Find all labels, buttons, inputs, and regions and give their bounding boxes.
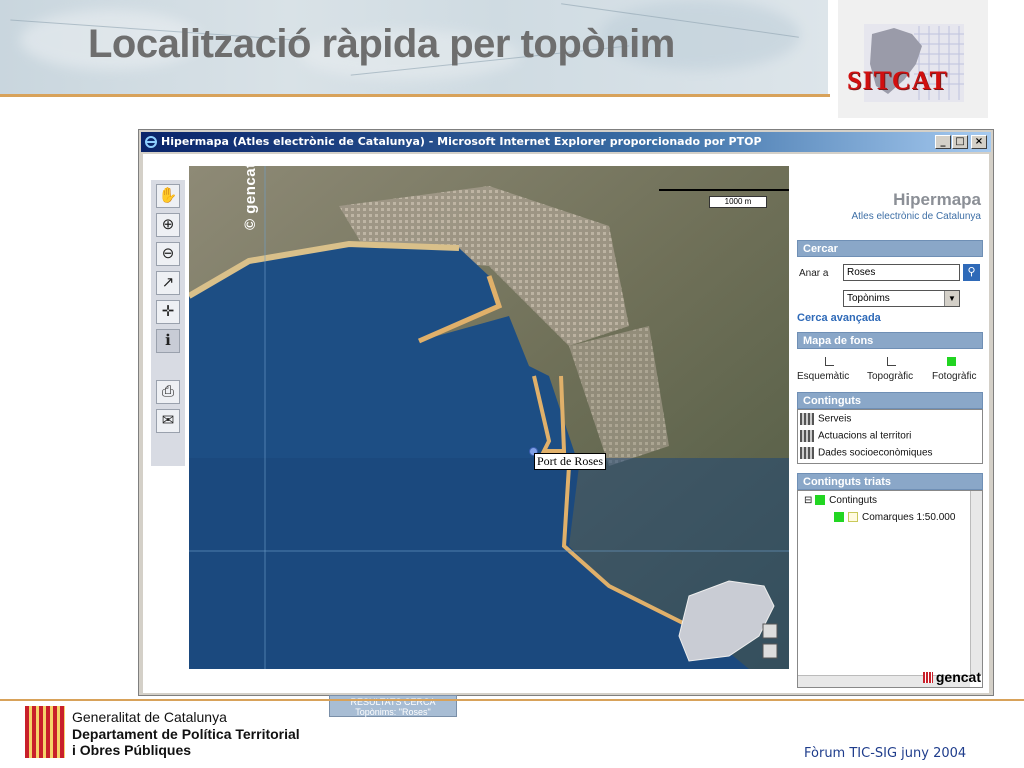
- basemap-schematic-check[interactable]: [825, 357, 834, 366]
- list-item-label: Serveis: [818, 413, 852, 425]
- map-image: [189, 166, 789, 669]
- chosen-contents-tree: ⊟ Continguts Comarques 1:50.000: [797, 490, 983, 688]
- minimize-button[interactable]: _: [935, 135, 951, 149]
- tree-item-comarques[interactable]: Comarques 1:50.000: [834, 512, 955, 523]
- info-button[interactable]: ℹ: [156, 329, 180, 353]
- info-icon: ℹ: [165, 332, 171, 349]
- sitcat-logo: SITCAT: [847, 66, 948, 95]
- map-toolbar: ✋ ⊕ ⊖ ↗ ✛ ℹ ⎙ ✉: [151, 180, 185, 466]
- mail-icon: ✉: [161, 412, 175, 429]
- zoom-out-button[interactable]: ⊖: [156, 242, 180, 266]
- layer-color-icon: [815, 495, 826, 506]
- search-icon: ⚲: [967, 266, 976, 278]
- side-panel: Hipermapa Atles electrònic de Catalunya …: [797, 184, 983, 704]
- header-rule: [0, 94, 830, 97]
- panel-subtitle: Atles electrònic de Catalunya: [851, 211, 981, 222]
- move-icon: ✛: [161, 303, 175, 320]
- place-label[interactable]: Port de Roses: [534, 453, 606, 470]
- zoom-in-button[interactable]: ⊕: [156, 213, 180, 237]
- close-button[interactable]: ×: [971, 135, 987, 149]
- maximize-button[interactable]: □: [952, 135, 968, 149]
- center-button[interactable]: ✛: [156, 300, 180, 324]
- search-button[interactable]: ⚲: [963, 264, 980, 281]
- window-titlebar[interactable]: Hipermapa (Atles electrònic de Catalunya…: [141, 132, 991, 152]
- contents-item-services[interactable]: Serveis: [800, 413, 851, 425]
- footer-rule: [0, 699, 1024, 701]
- tree-item-label: Comarques 1:50.000: [862, 512, 956, 523]
- zoom-in-icon: ⊕: [161, 216, 175, 233]
- measure-icon: ↗: [161, 274, 175, 291]
- basemap-section-header: Mapa de fons: [797, 332, 983, 349]
- basemap-topographic-check[interactable]: [887, 357, 896, 366]
- zoom-out-icon: ⊖: [161, 245, 175, 262]
- services-icon: [800, 413, 814, 425]
- contents-item-socioeconomic[interactable]: Dades socioeconòmiques: [800, 447, 933, 459]
- panel-title: Hipermapa: [893, 190, 981, 209]
- tree-item-label: Continguts: [829, 495, 877, 506]
- gencat-flag-icon: [922, 672, 933, 683]
- layer-visible-icon: [834, 512, 844, 523]
- advanced-search-link[interactable]: Cerca avançada: [797, 312, 881, 324]
- slide-title: Localització ràpida per topònim: [88, 22, 675, 66]
- contents-list: Serveis Actuacions al territori Dades so…: [797, 409, 983, 464]
- footer-org-line2: Departament de Política Territorial: [72, 726, 300, 742]
- search-section-header: Cercar: [797, 240, 983, 257]
- footer-org-line3: i Obres Públiques: [72, 742, 192, 758]
- gencat-logo-text: gencat: [935, 669, 981, 685]
- basemap-photo-label[interactable]: Fotogràfic: [932, 371, 976, 382]
- tree-item-contents[interactable]: ⊟ Continguts: [804, 495, 877, 506]
- page-content: ✋ ⊕ ⊖ ↗ ✛ ℹ ⎙ ✉ © gencat 1000 m Port de …: [143, 154, 989, 717]
- hand-icon: ✋: [158, 187, 178, 204]
- list-item-label: Actuacions al territori: [818, 430, 912, 442]
- vertical-scrollbar[interactable]: [970, 491, 982, 675]
- contents-item-actions[interactable]: Actuacions al territori: [800, 430, 911, 442]
- basemap-topographic-label[interactable]: Topogràfic: [867, 371, 913, 382]
- chevron-down-icon: ▼: [944, 291, 959, 306]
- actions-icon: [800, 430, 814, 442]
- search-type-value: Topònims: [847, 293, 890, 304]
- slide: Localització ràpida per topònim SITCAT H…: [0, 0, 1024, 768]
- window-title: Hipermapa (Atles electrònic de Catalunya…: [161, 135, 762, 148]
- search-type-select[interactable]: Topònims ▼: [843, 290, 960, 307]
- chosen-contents-header: Continguts triats: [797, 473, 983, 490]
- measure-button[interactable]: ↗: [156, 271, 180, 295]
- map-watermark: © gencat: [242, 166, 259, 230]
- go-to-label: Anar a: [799, 268, 829, 279]
- pan-tool-button[interactable]: ✋: [156, 184, 180, 208]
- print-button[interactable]: ⎙: [156, 380, 180, 404]
- scale-label: 1000 m: [709, 196, 767, 208]
- ie-icon: [145, 136, 157, 148]
- list-item-label: Dades socioeconòmiques: [818, 447, 933, 459]
- printer-icon: ⎙: [161, 383, 174, 400]
- results-query: Topònims: "Roses": [355, 707, 431, 717]
- orthophoto-map[interactable]: © gencat 1000 m Port de Roses: [189, 166, 789, 669]
- layer-fill-icon: [848, 512, 858, 523]
- collapse-icon: ⊟: [804, 495, 813, 506]
- footer-event: Fòrum TIC-SIG juny 2004: [804, 746, 967, 761]
- footer-org-line1: Generalitat de Catalunya: [72, 709, 227, 725]
- chart-icon: [800, 447, 814, 459]
- browser-window: Hipermapa (Atles electrònic de Catalunya…: [138, 129, 994, 717]
- basemap-schematic-label[interactable]: Esquemàtic: [797, 371, 849, 382]
- header-banner: Localització ràpida per topònim: [0, 0, 828, 96]
- contents-section-header: Continguts: [797, 392, 983, 409]
- gencat-logo: gencat: [922, 669, 981, 685]
- mail-button[interactable]: ✉: [156, 409, 180, 433]
- basemap-photo-check[interactable]: [947, 357, 956, 366]
- generalitat-logo-icon: [25, 706, 65, 758]
- search-input[interactable]: Roses: [843, 264, 960, 281]
- scale-bar: [659, 189, 789, 193]
